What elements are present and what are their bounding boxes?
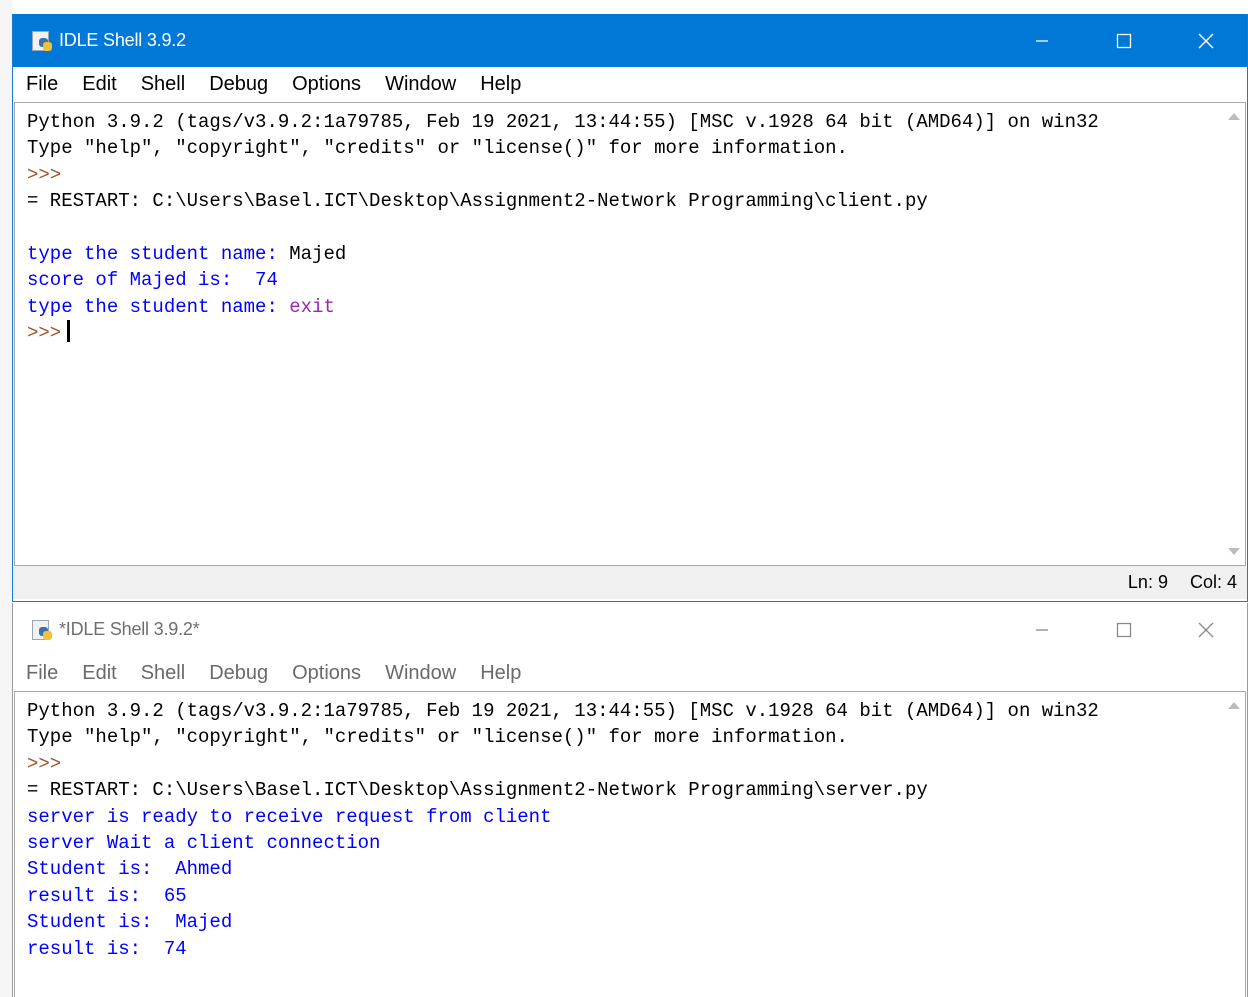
shell-text[interactable]: Python 3.9.2 (tags/v3.9.2:1a79785, Feb 1… bbox=[27, 109, 1215, 347]
shell-text-segment: type the student name: bbox=[27, 295, 290, 318]
menu-help[interactable]: Help bbox=[480, 73, 521, 96]
shell-text-line: server Wait a client connection bbox=[27, 831, 381, 854]
shell-prompt: >>> bbox=[27, 752, 62, 775]
shell-text-line: Python 3.9.2 (tags/v3.9.2:1a79785, Feb 1… bbox=[27, 111, 1099, 133]
shell-line: type the student name: Majed bbox=[27, 241, 1215, 267]
vertical-scrollbar[interactable] bbox=[1222, 692, 1245, 997]
text-cursor bbox=[67, 320, 71, 343]
maximize-icon bbox=[1116, 33, 1132, 48]
scroll-up-icon[interactable] bbox=[1228, 113, 1240, 120]
shell-text-line: Student is: Majed bbox=[27, 911, 233, 934]
shell-text-segment: Majed bbox=[289, 242, 347, 265]
close-icon bbox=[1198, 622, 1214, 637]
shell-prompt: >>> bbox=[27, 163, 62, 186]
shell-line: Student is: Majed bbox=[27, 909, 1215, 935]
shell-text-segment: exit bbox=[289, 295, 335, 318]
shell-text-line: score of Majed is: 74 bbox=[27, 269, 278, 292]
shell-line: Python 3.9.2 (tags/v3.9.2:1a79785, Feb 1… bbox=[27, 109, 1215, 135]
maximize-button[interactable] bbox=[1083, 14, 1165, 67]
shell-text-line: Student is: Ahmed bbox=[27, 858, 233, 881]
scroll-down-icon[interactable] bbox=[1228, 548, 1240, 555]
menu-window[interactable]: Window bbox=[385, 73, 456, 96]
menu-file[interactable]: File bbox=[26, 662, 58, 685]
maximize-icon bbox=[1116, 622, 1132, 637]
title-bar[interactable]: *IDLE Shell 3.9.2* bbox=[13, 603, 1247, 656]
shell-text-line: Python 3.9.2 (tags/v3.9.2:1a79785, Feb 1… bbox=[27, 700, 1099, 722]
shell-line: score of Majed is: 74 bbox=[27, 267, 1215, 293]
menu-options[interactable]: Options bbox=[292, 73, 361, 96]
title-bar[interactable]: IDLE Shell 3.9.2 bbox=[13, 14, 1247, 67]
shell-line: = RESTART: C:\Users\Basel.ICT\Desktop\As… bbox=[27, 188, 1215, 214]
shell-line: result is: 74 bbox=[27, 936, 1215, 962]
menu-window[interactable]: Window bbox=[385, 662, 456, 685]
close-button[interactable] bbox=[1165, 14, 1247, 67]
shell-text-line: = RESTART: C:\Users\Basel.ICT\Desktop\As… bbox=[27, 779, 928, 802]
close-button[interactable] bbox=[1165, 603, 1247, 656]
menu-file[interactable]: File bbox=[26, 73, 58, 96]
maximize-button[interactable] bbox=[1083, 603, 1165, 656]
close-icon bbox=[1198, 32, 1214, 49]
vertical-scrollbar[interactable] bbox=[1222, 103, 1245, 565]
shell-text-segment: type the student name: bbox=[27, 242, 290, 265]
window-title: IDLE Shell 3.9.2 bbox=[59, 30, 186, 50]
shell-line: Python 3.9.2 (tags/v3.9.2:1a79785, Feb 1… bbox=[27, 698, 1215, 724]
shell-text[interactable]: Python 3.9.2 (tags/v3.9.2:1a79785, Feb 1… bbox=[27, 698, 1215, 962]
shell-output-area[interactable]: Python 3.9.2 (tags/v3.9.2:1a79785, Feb 1… bbox=[14, 691, 1246, 997]
minimize-button[interactable] bbox=[1001, 603, 1083, 656]
menu-edit[interactable]: Edit bbox=[82, 662, 116, 685]
shell-line: type the student name: exit bbox=[27, 294, 1215, 320]
menu-bar: File Edit Shell Debug Options Window Hel… bbox=[13, 656, 1247, 691]
idle-app-icon[interactable] bbox=[31, 30, 53, 52]
minimize-button[interactable] bbox=[1001, 14, 1083, 67]
minimize-icon bbox=[1036, 39, 1048, 42]
menu-debug[interactable]: Debug bbox=[209, 73, 268, 96]
line-number: Ln: 9 bbox=[1127, 572, 1168, 592]
server-shell-window[interactable]: *IDLE Shell 3.9.2* File Edit Shell Debug… bbox=[12, 603, 1248, 997]
status-bar: Ln: 9 Col: 4 bbox=[13, 566, 1247, 599]
menu-shell[interactable]: Shell bbox=[141, 73, 185, 96]
menu-edit[interactable]: Edit bbox=[82, 73, 116, 96]
shell-line: result is: 65 bbox=[27, 883, 1215, 909]
shell-text-line: Type "help", "copyright", "credits" or "… bbox=[27, 726, 848, 749]
shell-output-area[interactable]: Python 3.9.2 (tags/v3.9.2:1a79785, Feb 1… bbox=[14, 102, 1246, 566]
shell-text-line: Type "help", "copyright", "credits" or "… bbox=[27, 137, 848, 160]
idle-app-icon[interactable] bbox=[31, 619, 53, 641]
shell-line: Type "help", "copyright", "credits" or "… bbox=[27, 724, 1215, 750]
shell-prompt: >>> bbox=[27, 322, 62, 345]
menu-shell[interactable]: Shell bbox=[141, 662, 185, 685]
shell-line: server Wait a client connection bbox=[27, 830, 1215, 856]
menu-bar: File Edit Shell Debug Options Window Hel… bbox=[13, 67, 1247, 102]
menu-options[interactable]: Options bbox=[292, 662, 361, 685]
client-shell-window[interactable]: IDLE Shell 3.9.2 File Edit Shell Debug O… bbox=[12, 14, 1248, 602]
shell-text-line: result is: 74 bbox=[27, 937, 187, 960]
shell-line: >>> bbox=[27, 162, 1215, 188]
menu-help[interactable]: Help bbox=[480, 662, 521, 685]
shell-line: Type "help", "copyright", "credits" or "… bbox=[27, 135, 1215, 161]
menu-debug[interactable]: Debug bbox=[209, 662, 268, 685]
minimize-icon bbox=[1036, 628, 1048, 631]
window-title: *IDLE Shell 3.9.2* bbox=[59, 619, 200, 639]
shell-text-line: server is ready to receive request from … bbox=[27, 805, 552, 828]
background-window-edge bbox=[0, 0, 12, 997]
shell-line: >>> bbox=[27, 320, 1215, 346]
shell-line: server is ready to receive request from … bbox=[27, 804, 1215, 830]
scroll-up-icon[interactable] bbox=[1228, 702, 1240, 709]
shell-line: = RESTART: C:\Users\Basel.ICT\Desktop\As… bbox=[27, 777, 1215, 803]
shell-text-line: result is: 65 bbox=[27, 884, 187, 907]
shell-line: >>> bbox=[27, 751, 1215, 777]
shell-text-line: = RESTART: C:\Users\Basel.ICT\Desktop\As… bbox=[27, 190, 928, 213]
column-number: Col: 4 bbox=[1189, 572, 1237, 592]
shell-line: Student is: Ahmed bbox=[27, 856, 1215, 882]
